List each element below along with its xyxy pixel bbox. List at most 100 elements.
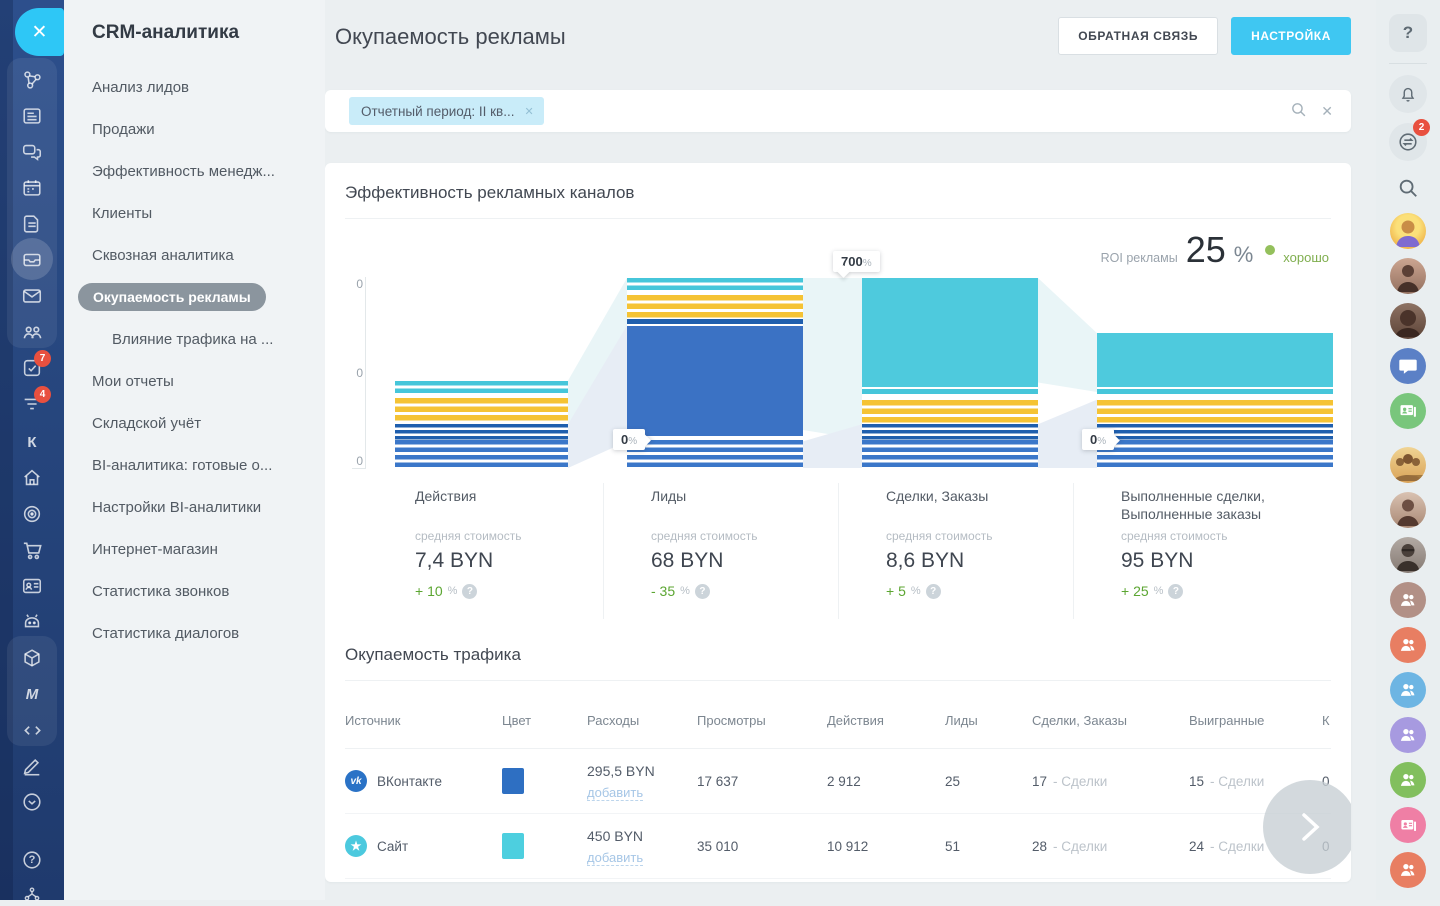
sign-pen-icon[interactable] xyxy=(20,754,44,778)
filter-icons: ✕ xyxy=(1290,90,1333,132)
sidebar-item-bi-ready[interactable]: BI-аналитика: готовые о... xyxy=(64,444,325,486)
funnel-bar-won[interactable] xyxy=(1097,333,1333,468)
chip-close-icon[interactable]: ✕ xyxy=(524,105,533,118)
funnel-bar-deals[interactable] xyxy=(862,278,1038,468)
sidebar-item-clients[interactable]: Клиенты xyxy=(64,192,325,234)
crm-drawer-icon[interactable] xyxy=(20,248,44,272)
code-icon[interactable] xyxy=(20,718,44,742)
hint-icon[interactable]: ? xyxy=(926,584,941,599)
contact-card-icon[interactable] xyxy=(20,574,44,598)
source-cell: ★Сайт xyxy=(345,835,408,857)
main-content: Окупаемость рекламы ОБРАТНАЯ СВЯЗЬ НАСТР… xyxy=(325,0,1351,900)
add-expenses-link[interactable]: добавить xyxy=(587,850,643,866)
feedback-button[interactable]: ОБРАТНАЯ СВЯЗЬ xyxy=(1058,17,1218,55)
group-avatar-green[interactable] xyxy=(1390,762,1426,798)
filter-bar[interactable]: Отчетный период: II кв... ✕ ✕ xyxy=(325,90,1351,132)
group-avatar-orange-2[interactable] xyxy=(1390,852,1426,888)
sidebar-item-manager-efficiency[interactable]: Эффективность менедж... xyxy=(64,150,325,192)
hint-icon[interactable]: ? xyxy=(695,584,710,599)
funnel-bar-leads[interactable] xyxy=(627,278,803,468)
org-structure-icon[interactable] xyxy=(20,882,44,906)
avatar-family[interactable] xyxy=(1390,447,1426,483)
sidebar-menu: Анализ лидов Продажи Эффективность менед… xyxy=(64,66,325,654)
hint-icon[interactable]: ? xyxy=(462,584,477,599)
roi-unit: % xyxy=(1234,242,1254,268)
mail-icon[interactable] xyxy=(20,284,44,308)
group-chat-button[interactable] xyxy=(1390,348,1426,384)
sidebar-item-bi-settings[interactable]: Настройки BI-аналитики xyxy=(64,486,325,528)
people-icon xyxy=(1398,770,1418,790)
sidebar-item-sales[interactable]: Продажи xyxy=(64,108,325,150)
sidebar-item-dialog-stats[interactable]: Статистика диалогов xyxy=(64,612,325,654)
funnel-section-title: Эффективность рекламных каналов xyxy=(325,163,1351,203)
hint-icon[interactable]: ? xyxy=(1168,584,1183,599)
stage-leads: Лиды средняя стоимость 68 BYN - 35%? xyxy=(603,483,838,619)
sidebar-item-call-stats[interactable]: Статистика звонков xyxy=(64,570,325,612)
contacts-avatar-pink[interactable] xyxy=(1390,807,1426,843)
shop-cart-icon[interactable] xyxy=(20,538,44,562)
stage-deals: Сделки, Заказы средняя стоимость 8,6 BYN… xyxy=(838,483,1073,619)
contacts-card-button[interactable] xyxy=(1390,393,1426,429)
chevron-down-circle-icon[interactable] xyxy=(20,790,44,814)
group-avatar-blue[interactable] xyxy=(1390,672,1426,708)
funnel-bar-actions[interactable] xyxy=(395,381,568,468)
sidebar-item-end-to-end[interactable]: Сквозная аналитика xyxy=(64,234,325,276)
avatar-user-4[interactable] xyxy=(1390,492,1426,528)
site-icon: ★ xyxy=(345,835,367,857)
robot-icon[interactable] xyxy=(20,610,44,634)
sidebar-item-ad-payback-selected[interactable]: Окупаемость рекламы xyxy=(64,276,325,318)
groups-icon[interactable] xyxy=(20,320,44,344)
marketing-target-icon[interactable] xyxy=(20,502,44,526)
group-avatar-orange[interactable] xyxy=(1390,627,1426,663)
color-swatch xyxy=(502,833,524,859)
settings-button[interactable]: НАСТРОЙКА xyxy=(1231,17,1351,55)
sidebar-item-lead-analysis[interactable]: Анализ лидов xyxy=(64,66,325,108)
feed-icon[interactable] xyxy=(20,104,44,128)
messenger-badge: 2 xyxy=(1413,119,1430,136)
m-logo-icon[interactable]: M xyxy=(20,682,44,706)
tooltip-700: 700% xyxy=(833,251,880,272)
calendar-icon[interactable] xyxy=(20,176,44,200)
close-icon: ✕ xyxy=(32,21,48,44)
cube-icon[interactable] xyxy=(20,646,44,670)
search-icon[interactable] xyxy=(1290,101,1307,121)
sidebar-item-my-reports[interactable]: Мои отчеты xyxy=(64,360,325,402)
avatar-user-1[interactable] xyxy=(1390,213,1426,249)
search-button[interactable] xyxy=(1397,177,1419,204)
people-icon xyxy=(1398,860,1418,880)
sidebar-item-warehouse[interactable]: Складской учёт xyxy=(64,402,325,444)
header-buttons: ОБРАТНАЯ СВЯЗЬ НАСТРОЙКА xyxy=(1058,17,1351,55)
clear-filter-icon[interactable]: ✕ xyxy=(1321,103,1333,120)
documents-icon[interactable] xyxy=(20,212,44,236)
group-avatar-brown[interactable] xyxy=(1390,582,1426,618)
messenger-icon[interactable] xyxy=(20,140,44,164)
add-expenses-link[interactable]: добавить xyxy=(587,785,643,801)
page-header: Окупаемость рекламы ОБРАТНАЯ СВЯЗЬ НАСТР… xyxy=(325,0,1351,70)
sites-home-icon[interactable] xyxy=(20,466,44,490)
roi-label: ROI рекламы xyxy=(1101,251,1178,265)
scroll-right-button[interactable] xyxy=(1263,780,1351,874)
network-icon[interactable] xyxy=(20,68,44,92)
kopilot-item[interactable]: К xyxy=(20,430,44,454)
people-icon xyxy=(1398,680,1418,700)
group-avatar-purple[interactable] xyxy=(1390,717,1426,753)
help-glyph: ? xyxy=(29,854,36,866)
traffic-table: Источник Цвет Расходы Просмотры Действия… xyxy=(345,681,1331,879)
help-circle-icon[interactable]: ? xyxy=(20,848,44,872)
notifications-button[interactable] xyxy=(1389,75,1427,113)
sidebar-item-traffic-influence[interactable]: Влияние трафика на ... xyxy=(64,318,325,360)
color-swatch xyxy=(502,768,524,794)
people-icon xyxy=(1398,590,1418,610)
report-period-chip[interactable]: Отчетный период: II кв... ✕ xyxy=(349,97,544,125)
messenger-button[interactable]: 2 xyxy=(1389,123,1427,161)
crm-badge: 4 xyxy=(34,386,51,403)
id-card-icon xyxy=(1398,401,1418,421)
sidebar-item-online-store[interactable]: Интернет-магазин xyxy=(64,528,325,570)
avatar-user-3[interactable] xyxy=(1390,303,1426,339)
help-button[interactable]: ? xyxy=(1389,14,1427,52)
collapse-menu-button[interactable]: ✕ xyxy=(15,8,64,56)
roi-value: 25 xyxy=(1186,229,1226,271)
avatar-user-5[interactable] xyxy=(1390,537,1426,573)
avatar-user-2[interactable] xyxy=(1390,258,1426,294)
dashboard-card: Эффективность рекламных каналов ROI рекл… xyxy=(325,163,1351,882)
